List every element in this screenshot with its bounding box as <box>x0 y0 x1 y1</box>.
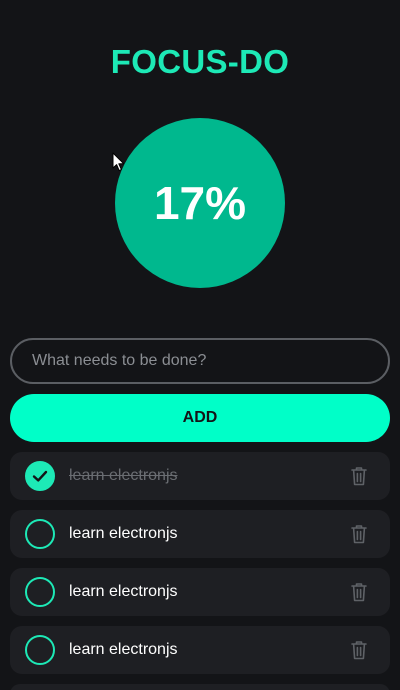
task-label: learn electronjs <box>69 641 178 658</box>
task-checkbox[interactable] <box>25 635 55 665</box>
task-item: learn electronjs <box>10 626 390 674</box>
add-task-button[interactable]: ADD <box>10 394 390 442</box>
app-root: FOCUS-DO 17% ADD learn electronjs learn … <box>0 0 400 690</box>
trash-icon[interactable] <box>350 582 368 602</box>
app-title: FOCUS-DO <box>110 43 290 80</box>
task-item: learn electronjs <box>10 510 390 558</box>
trash-icon[interactable] <box>350 466 368 486</box>
trash-icon[interactable] <box>350 640 368 660</box>
task-checkbox-checked[interactable] <box>25 461 55 491</box>
task-checkbox[interactable] <box>25 519 55 549</box>
progress-percentage: 17% <box>153 177 247 229</box>
task-item: learn electronjs <box>10 452 390 500</box>
task-list: learn electronjs learn electronjs learn … <box>10 452 390 684</box>
new-task-input[interactable] <box>10 338 390 384</box>
trash-icon[interactable] <box>350 524 368 544</box>
mouse-pointer-icon <box>112 152 125 172</box>
task-item: learn electronjs <box>10 568 390 616</box>
task-label: learn electronjs <box>69 583 178 600</box>
check-icon <box>32 470 48 482</box>
task-label: learn electronjs <box>69 525 178 542</box>
task-checkbox[interactable] <box>25 577 55 607</box>
task-item-partial <box>10 684 390 690</box>
progress-circle: 17% <box>115 118 285 288</box>
task-label: learn electronjs <box>69 467 178 484</box>
